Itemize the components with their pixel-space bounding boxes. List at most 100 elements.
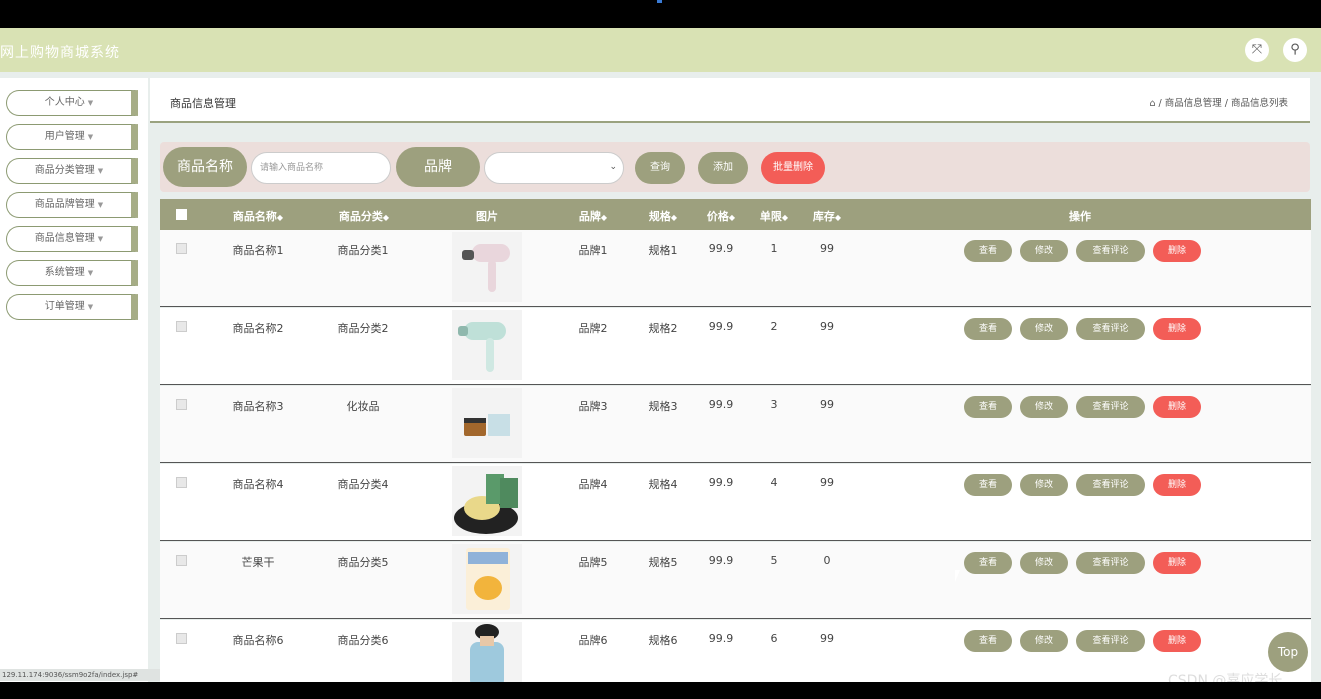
delete-button[interactable]: 删除 <box>1153 474 1201 496</box>
th-price[interactable]: 价格◆ <box>700 208 742 224</box>
cell-stock: 99 <box>820 242 834 255</box>
sidebar-item-label: 商品分类管理 <box>34 165 95 176</box>
th-name[interactable]: 商品名称◆ <box>220 208 296 224</box>
edit-button[interactable]: 修改 <box>1020 318 1068 340</box>
app-window: 网上购物商城系统 ⤧ ⚲ 个人中心 ▼ 用户管理 ▼ 商品分类管理 ▼ 商品品牌管理 ▼… <box>0 28 1321 682</box>
cell-limit: 5 <box>770 554 778 567</box>
sidebar-item-label: 商品品牌管理 <box>34 199 95 210</box>
sidebar-item-personal-center[interactable]: 个人中心 ▼ <box>6 90 138 116</box>
product-image <box>452 622 522 682</box>
chevron-down-icon: ▼ <box>97 167 104 175</box>
top-black-bar <box>0 0 1321 28</box>
row-checkbox[interactable] <box>176 633 187 644</box>
chevron-down-icon: ▼ <box>87 99 94 107</box>
th-limit[interactable]: 单限◆ <box>753 208 795 224</box>
th-spec[interactable]: 规格◆ <box>642 208 684 224</box>
home-icon[interactable]: ⌂ <box>1149 98 1155 109</box>
sidebar-item-category[interactable]: 商品分类管理 ▼ <box>6 158 138 184</box>
query-button[interactable]: 查询 <box>635 152 685 184</box>
cell-name: 芒果干 <box>241 556 275 569</box>
view-reviews-button[interactable]: 查看评论 <box>1076 240 1145 262</box>
cell-price: 99.9 <box>708 476 734 489</box>
select-all-checkbox[interactable] <box>176 209 187 220</box>
cell-spec: 规格5 <box>648 556 678 569</box>
mouse-cursor <box>955 570 964 582</box>
table-row: 商品名称3 化妆品 品牌3 规格3 99.9 3 99 查看 修改 查看评论 删除 <box>160 386 1311 463</box>
delete-button[interactable]: 删除 <box>1153 318 1201 340</box>
back-to-top-button[interactable]: Top <box>1268 632 1308 672</box>
edit-button[interactable]: 修改 <box>1020 552 1068 574</box>
edit-button[interactable]: 修改 <box>1020 396 1068 418</box>
th-category[interactable]: 商品分类◆ <box>326 208 402 224</box>
delete-button[interactable]: 删除 <box>1153 630 1201 652</box>
view-button[interactable]: 查看 <box>964 240 1012 262</box>
th-stock[interactable]: 库存◆ <box>806 208 848 224</box>
chevron-down-icon: ▼ <box>87 269 94 277</box>
breadcrumb-path[interactable]: / 商品信息管理 / 商品信息列表 <box>1159 98 1288 109</box>
search-bar: 商品名称 请输入商品名称 品牌 ⌄ 查询 添加 批量删除 <box>160 142 1310 192</box>
sidebar-item-label: 个人中心 <box>44 97 85 108</box>
view-button[interactable]: 查看 <box>964 396 1012 418</box>
cell-limit: 2 <box>770 320 778 333</box>
user-icon[interactable]: ⚲ <box>1283 38 1307 62</box>
sidebar-item-users[interactable]: 用户管理 ▼ <box>6 124 138 150</box>
brand-select[interactable]: ⌄ <box>484 152 624 184</box>
view-button[interactable]: 查看 <box>964 552 1012 574</box>
view-button[interactable]: 查看 <box>964 474 1012 496</box>
view-reviews-button[interactable]: 查看评论 <box>1076 474 1145 496</box>
th-label: 单限 <box>759 210 782 223</box>
table-row: 商品名称1 商品分类1 品牌1 规格1 99.9 1 99 查看 修改 查看评论 删除 <box>160 230 1311 307</box>
view-button[interactable]: 查看 <box>964 318 1012 340</box>
edit-button[interactable]: 修改 <box>1020 630 1068 652</box>
brand-label: 品牌 <box>396 147 480 187</box>
delete-button[interactable]: 删除 <box>1153 240 1201 262</box>
table-row: 商品名称2 商品分类2 品牌2 规格2 99.9 2 99 查看 修改 查看评论 删除 <box>160 308 1311 385</box>
name-label: 商品名称 <box>163 147 247 187</box>
view-reviews-button[interactable]: 查看评论 <box>1076 552 1145 574</box>
add-button[interactable]: 添加 <box>698 152 748 184</box>
cell-stock: 99 <box>820 320 834 333</box>
row-checkbox[interactable] <box>176 477 187 488</box>
view-reviews-button[interactable]: 查看评论 <box>1076 396 1145 418</box>
product-image <box>452 466 522 536</box>
sidebar-item-system[interactable]: 系统管理 ▼ <box>6 260 138 286</box>
cell-spec: 规格1 <box>648 244 678 257</box>
cell-price: 99.9 <box>708 632 734 645</box>
sidebar-item-label: 商品信息管理 <box>34 233 95 244</box>
chevron-down-icon: ▼ <box>97 201 104 209</box>
sidebar-item-brand[interactable]: 商品品牌管理 ▼ <box>6 192 138 218</box>
cell-brand: 品牌5 <box>578 556 608 569</box>
delete-button[interactable]: 删除 <box>1153 396 1201 418</box>
row-checkbox[interactable] <box>176 555 187 566</box>
row-checkbox[interactable] <box>176 243 187 254</box>
edit-button[interactable]: 修改 <box>1020 474 1068 496</box>
chevron-down-icon: ▼ <box>87 133 94 141</box>
th-actions: 操作 <box>1069 210 1091 223</box>
view-button[interactable]: 查看 <box>964 630 1012 652</box>
view-reviews-button[interactable]: 查看评论 <box>1076 630 1145 652</box>
batch-delete-button[interactable]: 批量删除 <box>761 152 825 184</box>
row-checkbox[interactable] <box>176 321 187 332</box>
sidebar-item-product-info[interactable]: 商品信息管理 ▼ <box>6 226 138 252</box>
cell-name: 商品名称6 <box>232 634 284 647</box>
expand-icon[interactable]: ⤧ <box>1245 38 1269 62</box>
delete-button[interactable]: 删除 <box>1153 552 1201 574</box>
cell-stock: 0 <box>823 554 831 567</box>
cell-brand: 品牌4 <box>578 478 608 491</box>
row-checkbox[interactable] <box>176 399 187 410</box>
sort-icon: ◆ <box>600 213 608 222</box>
view-reviews-button[interactable]: 查看评论 <box>1076 318 1145 340</box>
cell-name: 商品名称2 <box>232 322 284 335</box>
edit-button[interactable]: 修改 <box>1020 240 1068 262</box>
search-input[interactable]: 请输入商品名称 <box>251 152 391 184</box>
breadcrumb-bar: 商品信息管理 ⌂ / 商品信息管理 / 商品信息列表 <box>150 78 1310 123</box>
cell-price: 99.9 <box>708 554 734 567</box>
th-label: 规格 <box>648 210 671 223</box>
cell-limit: 1 <box>770 242 778 255</box>
th-label: 商品分类 <box>338 210 383 223</box>
th-brand[interactable]: 品牌◆ <box>572 208 614 224</box>
cell-category: 商品分类1 <box>337 244 389 257</box>
product-image <box>452 232 522 302</box>
cell-category: 化妆品 <box>346 400 380 413</box>
sidebar-item-orders[interactable]: 订单管理 ▼ <box>6 294 138 320</box>
